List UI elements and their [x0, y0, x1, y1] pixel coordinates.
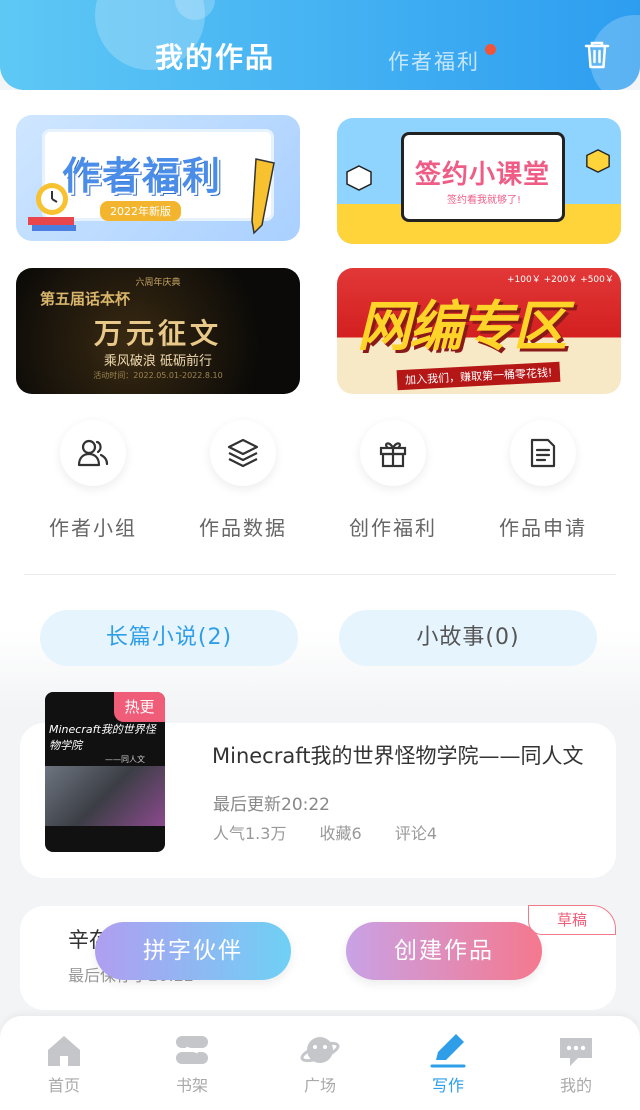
nav-label: 书架: [175, 1076, 208, 1095]
banner-strip: 加入我们，赚取第一桶零花钱!: [396, 361, 561, 391]
book-popularity: 人气1.3万: [213, 824, 287, 843]
nav-label: 写作: [431, 1076, 464, 1095]
planet-icon: [300, 1037, 340, 1063]
banner-subtitle: 乘风破浪 砥砺前行: [103, 354, 213, 369]
layers-icon: [227, 438, 259, 468]
nav-label: 首页: [47, 1076, 80, 1095]
banner-author-welfare[interactable]: 作者福利 2022年新版: [16, 115, 300, 241]
nav-item-mine[interactable]: 我的: [512, 1016, 640, 1110]
quick-action-creation-welfare[interactable]: 创作福利: [323, 420, 463, 541]
alarm-clock-icon: [28, 183, 76, 231]
cover-photo: [45, 766, 165, 826]
cover-text: Minecraft我的世界怪物学院: [49, 723, 156, 752]
tab-short-story[interactable]: 小故事(0): [339, 610, 597, 666]
page-title: 我的作品: [155, 41, 276, 74]
cover-author: ——同人文: [105, 755, 145, 764]
banner-title: 万元征文: [93, 317, 222, 350]
nav-label: 广场: [303, 1076, 336, 1095]
quick-action-work-apply[interactable]: 作品申请: [473, 420, 613, 541]
author-welfare-link[interactable]: 作者福利: [388, 46, 480, 76]
cube-icon: [346, 165, 372, 191]
header-bar: 我的作品 作者福利: [0, 0, 640, 90]
banner-top-text: 六周年庆典: [135, 278, 181, 288]
banner-signing-class[interactable]: 签约小课堂 签约看我就够了!: [337, 118, 621, 244]
nav-item-bookshelf[interactable]: 书架: [128, 1016, 256, 1110]
banner-title: 网编专区: [357, 295, 567, 358]
nav-item-home[interactable]: 首页: [0, 1016, 128, 1110]
banner-title: 签约小课堂: [415, 160, 551, 190]
trash-icon[interactable]: [580, 38, 614, 72]
banner-title: 第五届话本杯: [40, 290, 131, 308]
tab-long-novel[interactable]: 长篇小说(2): [40, 610, 298, 666]
banner-date: 活动时间：2022.05.01-2022.8.10: [93, 371, 223, 380]
banner-title: 作者福利: [62, 154, 223, 198]
home-icon: [48, 1036, 80, 1066]
book-last-update: 最后更新20:22: [213, 795, 330, 815]
banner-subtitle: 2022年新版: [100, 201, 181, 221]
pen-icon: [430, 1034, 466, 1068]
quick-action-work-data[interactable]: 作品数据: [173, 420, 313, 541]
quick-action-label: 作者小组: [49, 516, 137, 540]
quick-action-author-group[interactable]: 作者小组: [23, 420, 163, 541]
section-divider: [24, 574, 616, 575]
typing-partner-button[interactable]: 拼字伙伴: [95, 922, 291, 980]
book-favorites: 收藏6: [319, 824, 362, 843]
quick-action-label: 作品数据: [199, 516, 287, 540]
nav-label: 我的: [559, 1076, 592, 1095]
quick-action-label: 创作福利: [349, 516, 437, 540]
quick-action-circle: [60, 420, 126, 486]
nav-item-square[interactable]: 广场: [256, 1016, 384, 1110]
gift-icon: [379, 442, 407, 468]
create-work-button[interactable]: 创建作品: [346, 922, 542, 980]
chat-icon: [560, 1038, 592, 1066]
hot-update-badge: 热更: [114, 692, 165, 722]
book-comments: 评论4: [394, 824, 438, 843]
document-icon: [530, 438, 556, 468]
banner-editor-zone[interactable]: +100￥ +200￥ +500￥ 网编专区 加入我们，赚取第一桶零花钱!: [337, 268, 621, 394]
draft-badge: 草稿: [528, 905, 616, 935]
bottom-nav: 首页 书架 广场 写作 我的: [0, 1016, 640, 1110]
group-icon: [77, 439, 109, 467]
notification-dot: [485, 44, 496, 55]
quick-action-circle: [210, 420, 276, 486]
quick-action-label: 作品申请: [499, 516, 587, 540]
bookshelf-icon: [176, 1036, 208, 1064]
cube-icon: [586, 149, 610, 173]
quick-action-circle: [360, 420, 426, 486]
book-stats: 人气1.3万 收藏6 评论4: [213, 820, 465, 844]
banner-subtitle: 签约看我就够了!: [447, 195, 522, 206]
banner-essay-contest[interactable]: 六周年庆典 第五届话本杯 万元征文 乘风破浪 砥砺前行 活动时间：2022.05…: [16, 268, 300, 394]
book-title[interactable]: Minecraft我的世界怪物学院——同人文: [212, 740, 612, 770]
quick-action-circle: [510, 420, 576, 486]
nav-item-writing[interactable]: 写作: [384, 1016, 512, 1110]
pencil-icon: [251, 158, 275, 235]
